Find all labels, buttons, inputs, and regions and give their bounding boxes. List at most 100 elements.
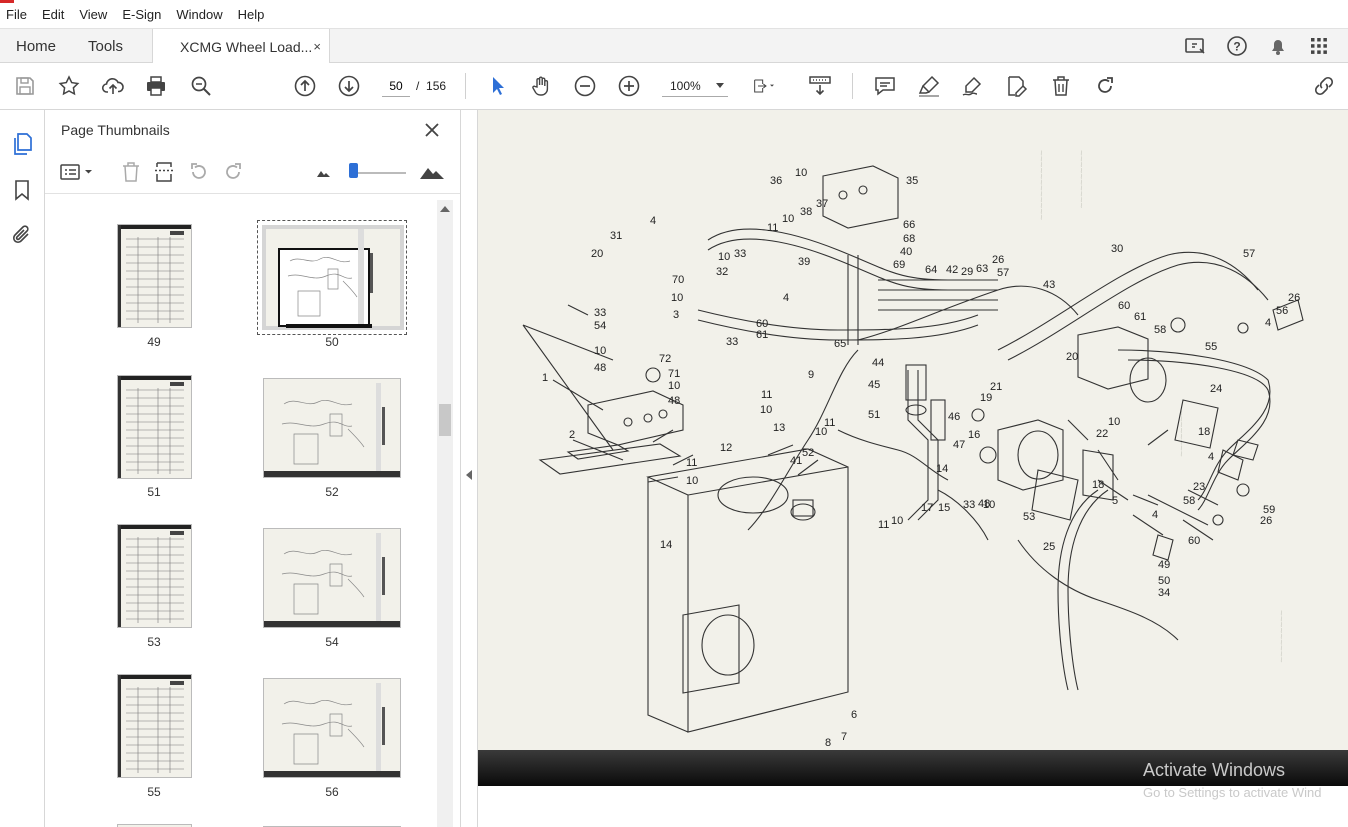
svg-text:60: 60 xyxy=(1188,535,1200,547)
options-menu-icon[interactable] xyxy=(59,160,95,184)
collapse-panel-icon[interactable] xyxy=(466,470,472,480)
exploded-parts-diagram: ~~~~~~~~~~~~ ~~~~~~~~~~ ~~~~~~~~ ~~~~~~~… xyxy=(522,150,1304,749)
svg-text:14: 14 xyxy=(936,463,948,475)
tab-tools[interactable]: Tools xyxy=(88,29,123,63)
delete-page-icon[interactable] xyxy=(119,160,143,184)
rotate-right-icon[interactable] xyxy=(221,160,245,184)
hand-icon[interactable] xyxy=(529,74,553,98)
page-total: / 156 xyxy=(416,79,447,93)
menu-view[interactable]: View xyxy=(79,7,107,22)
share-link-icon[interactable] xyxy=(1312,74,1336,98)
slider-knob[interactable] xyxy=(349,163,358,178)
select-cursor-icon[interactable] xyxy=(486,74,510,98)
page-down-icon[interactable] xyxy=(337,74,361,98)
svg-text:20: 20 xyxy=(1066,351,1078,363)
attachment-icon[interactable] xyxy=(10,223,34,247)
bookmark-icon[interactable] xyxy=(10,178,34,202)
svg-text:54: 54 xyxy=(594,320,606,332)
chevron-down-icon xyxy=(716,83,724,88)
svg-text:46: 46 xyxy=(948,411,960,423)
fit-page-icon[interactable] xyxy=(752,74,788,98)
page-thumbnail[interactable] xyxy=(263,528,401,628)
zoom-select[interactable]: 100% xyxy=(662,75,728,97)
page-thumbnail[interactable] xyxy=(117,375,192,479)
menu-help[interactable]: Help xyxy=(238,7,265,22)
svg-text:41: 41 xyxy=(790,455,802,467)
svg-text:42: 42 xyxy=(946,264,958,276)
small-thumbnail-icon[interactable] xyxy=(312,160,336,184)
thumbnail-scrollbar[interactable] xyxy=(437,200,453,827)
svg-text:11: 11 xyxy=(767,222,778,234)
apps-grid-icon[interactable] xyxy=(1307,34,1331,58)
thumbnail-toolbar xyxy=(45,150,460,194)
save-icon[interactable] xyxy=(13,74,37,98)
svg-text:53: 53 xyxy=(1023,511,1035,523)
svg-text:4: 4 xyxy=(1265,317,1271,329)
svg-text:26: 26 xyxy=(1288,292,1300,304)
thumbnail-size-slider[interactable] xyxy=(350,172,406,174)
print-icon[interactable] xyxy=(144,74,168,98)
menu-edit[interactable]: Edit xyxy=(42,7,64,22)
page-thumbnail[interactable] xyxy=(117,524,192,628)
svg-text:7: 7 xyxy=(841,731,847,743)
page-thumbnail[interactable] xyxy=(263,378,401,478)
menu-window[interactable]: Window xyxy=(176,7,222,22)
thumbnail-label: 54 xyxy=(325,635,339,649)
thumbnail-label: 53 xyxy=(147,635,161,649)
pages-icon[interactable] xyxy=(10,132,34,156)
svg-text:9: 9 xyxy=(808,369,814,381)
sign-icon[interactable] xyxy=(960,74,984,98)
svg-text:10: 10 xyxy=(760,404,772,416)
svg-text:4: 4 xyxy=(1208,451,1214,463)
page-thumbnail[interactable] xyxy=(117,224,192,328)
svg-text:10: 10 xyxy=(795,167,807,179)
svg-text:49: 49 xyxy=(1158,559,1170,571)
edit-pdf-icon[interactable] xyxy=(1004,74,1028,98)
menu-file[interactable]: File xyxy=(6,7,27,22)
page-up-icon[interactable] xyxy=(293,74,317,98)
page-number-input[interactable] xyxy=(382,75,410,97)
toolbar-divider xyxy=(852,73,853,99)
menu-esign[interactable]: E-Sign xyxy=(122,7,161,22)
large-thumbnail-icon[interactable] xyxy=(418,160,446,184)
page-thumbnail-selected[interactable] xyxy=(257,220,407,335)
zoom-in-icon[interactable] xyxy=(617,74,641,98)
svg-text:1: 1 xyxy=(542,372,548,384)
svg-text:11: 11 xyxy=(878,519,889,531)
comment-icon[interactable] xyxy=(873,74,897,98)
document-view[interactable]: ~~~~~~~~~~~~ ~~~~~~~~~~ ~~~~~~~~ ~~~~~~~… xyxy=(478,110,1348,827)
svg-text:13: 13 xyxy=(773,422,785,434)
svg-text:39: 39 xyxy=(798,256,810,268)
help-icon[interactable]: ? xyxy=(1225,34,1249,58)
rotate-icon[interactable] xyxy=(1093,74,1117,98)
svg-text:2: 2 xyxy=(569,429,575,441)
page-thumbnail[interactable] xyxy=(263,678,401,778)
panel-splitter[interactable] xyxy=(460,110,478,827)
svg-text:70: 70 xyxy=(672,274,684,286)
upload-icon[interactable] xyxy=(101,74,125,98)
star-icon[interactable] xyxy=(57,74,81,98)
highlight-icon[interactable] xyxy=(917,74,941,98)
notification-bell-icon[interactable] xyxy=(1266,34,1290,58)
page-thumbnail[interactable] xyxy=(117,674,192,778)
close-icon[interactable] xyxy=(423,121,441,139)
close-tab-icon[interactable]: × xyxy=(313,39,321,54)
svg-text:10: 10 xyxy=(718,251,730,263)
share-screen-icon[interactable] xyxy=(1183,34,1207,58)
zoom-out-icon[interactable] xyxy=(573,74,597,98)
svg-text:64: 64 xyxy=(925,264,937,276)
svg-text:11: 11 xyxy=(686,457,697,469)
delete-icon[interactable] xyxy=(1049,74,1073,98)
rotate-left-icon[interactable] xyxy=(187,160,211,184)
zoom-search-icon[interactable] xyxy=(189,74,213,98)
svg-text:68: 68 xyxy=(903,233,915,245)
scrollbar-thumb[interactable] xyxy=(439,404,451,436)
scroll-up-icon[interactable] xyxy=(440,206,450,212)
tab-document[interactable]: XCMG Wheel Load... × xyxy=(152,29,330,64)
insert-page-icon[interactable] xyxy=(153,160,177,184)
scroll-mode-icon[interactable] xyxy=(808,74,832,98)
panel-title: Page Thumbnails xyxy=(61,122,170,138)
svg-text:51: 51 xyxy=(868,409,880,421)
svg-text:~~~~~~~~~~: ~~~~~~~~~~ xyxy=(1075,150,1086,209)
tab-home[interactable]: Home xyxy=(16,29,56,63)
